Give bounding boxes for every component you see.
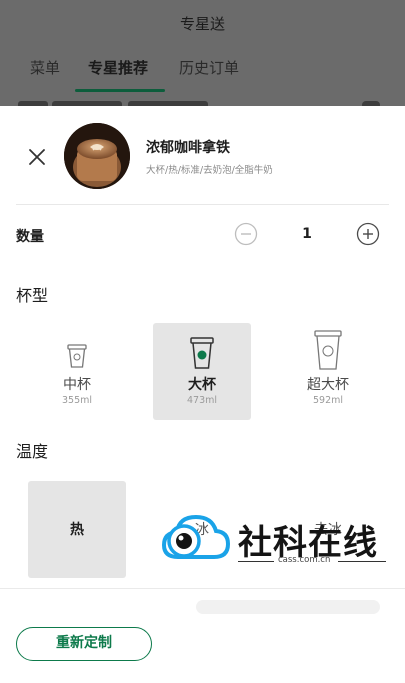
- temperature-option-hot[interactable]: 热: [28, 481, 126, 578]
- watermark-rule: [238, 561, 274, 562]
- close-icon[interactable]: [24, 144, 50, 170]
- cup-option-grande[interactable]: 大杯 473ml: [153, 323, 251, 420]
- customize-sheet: 浓郁咖啡拿铁 大杯/热/标准/去奶泡/全脂牛奶 数量 1 杯型 中杯 355ml…: [0, 106, 405, 683]
- temperature-option-name: 热: [70, 522, 84, 538]
- page-title: 专星送: [179, 15, 225, 33]
- tab-bar: 菜单 专星推荐 历史订单: [0, 57, 405, 93]
- product-name: 浓郁咖啡拿铁: [146, 140, 230, 156]
- footer-divider: [0, 588, 405, 589]
- cup-option-volume: 592ml: [312, 395, 344, 406]
- watermark-rule: [338, 561, 386, 562]
- product-description: 大杯/热/标准/去奶泡/全脂牛奶: [146, 165, 273, 176]
- footer-placeholder-bar: [196, 600, 380, 614]
- watermark: 社科在线 cass.com.cn: [160, 507, 400, 569]
- background-content-peek: [0, 98, 405, 106]
- quantity-value: 1: [302, 226, 312, 242]
- cloud-logo-icon: [161, 514, 231, 559]
- cup-option-name: 大杯: [188, 377, 216, 393]
- quantity-label: 数量: [16, 229, 44, 245]
- reset-customization-button[interactable]: 重新定制: [16, 627, 152, 661]
- cup-option-name: 超大杯: [307, 377, 349, 393]
- decrease-quantity-icon[interactable]: [234, 222, 258, 246]
- product-image: [64, 123, 130, 189]
- temperature-label: 温度: [16, 442, 49, 461]
- active-tab-indicator: [75, 89, 165, 92]
- cup-size-label: 杯型: [16, 286, 49, 305]
- page-header: 专星送 菜单 专星推荐 历史订单: [0, 0, 405, 106]
- medium-cup-icon: [190, 337, 214, 369]
- divider: [16, 204, 389, 205]
- watermark-url: cass.com.cn: [278, 555, 331, 565]
- tab-recommended[interactable]: 专星推荐: [88, 57, 148, 78]
- cup-option-volume: 473ml: [186, 395, 218, 406]
- increase-quantity-icon[interactable]: [356, 222, 380, 246]
- tab-order-history[interactable]: 历史订单: [179, 57, 239, 78]
- cup-option-name: 中杯: [63, 377, 91, 393]
- large-cup-icon: [314, 330, 342, 370]
- cup-option-volume: 355ml: [61, 395, 93, 406]
- cup-option-tall[interactable]: 中杯 355ml: [28, 323, 126, 420]
- cup-option-venti[interactable]: 超大杯 592ml: [279, 323, 377, 420]
- tab-menu[interactable]: 菜单: [30, 57, 60, 78]
- small-cup-icon: [67, 344, 87, 368]
